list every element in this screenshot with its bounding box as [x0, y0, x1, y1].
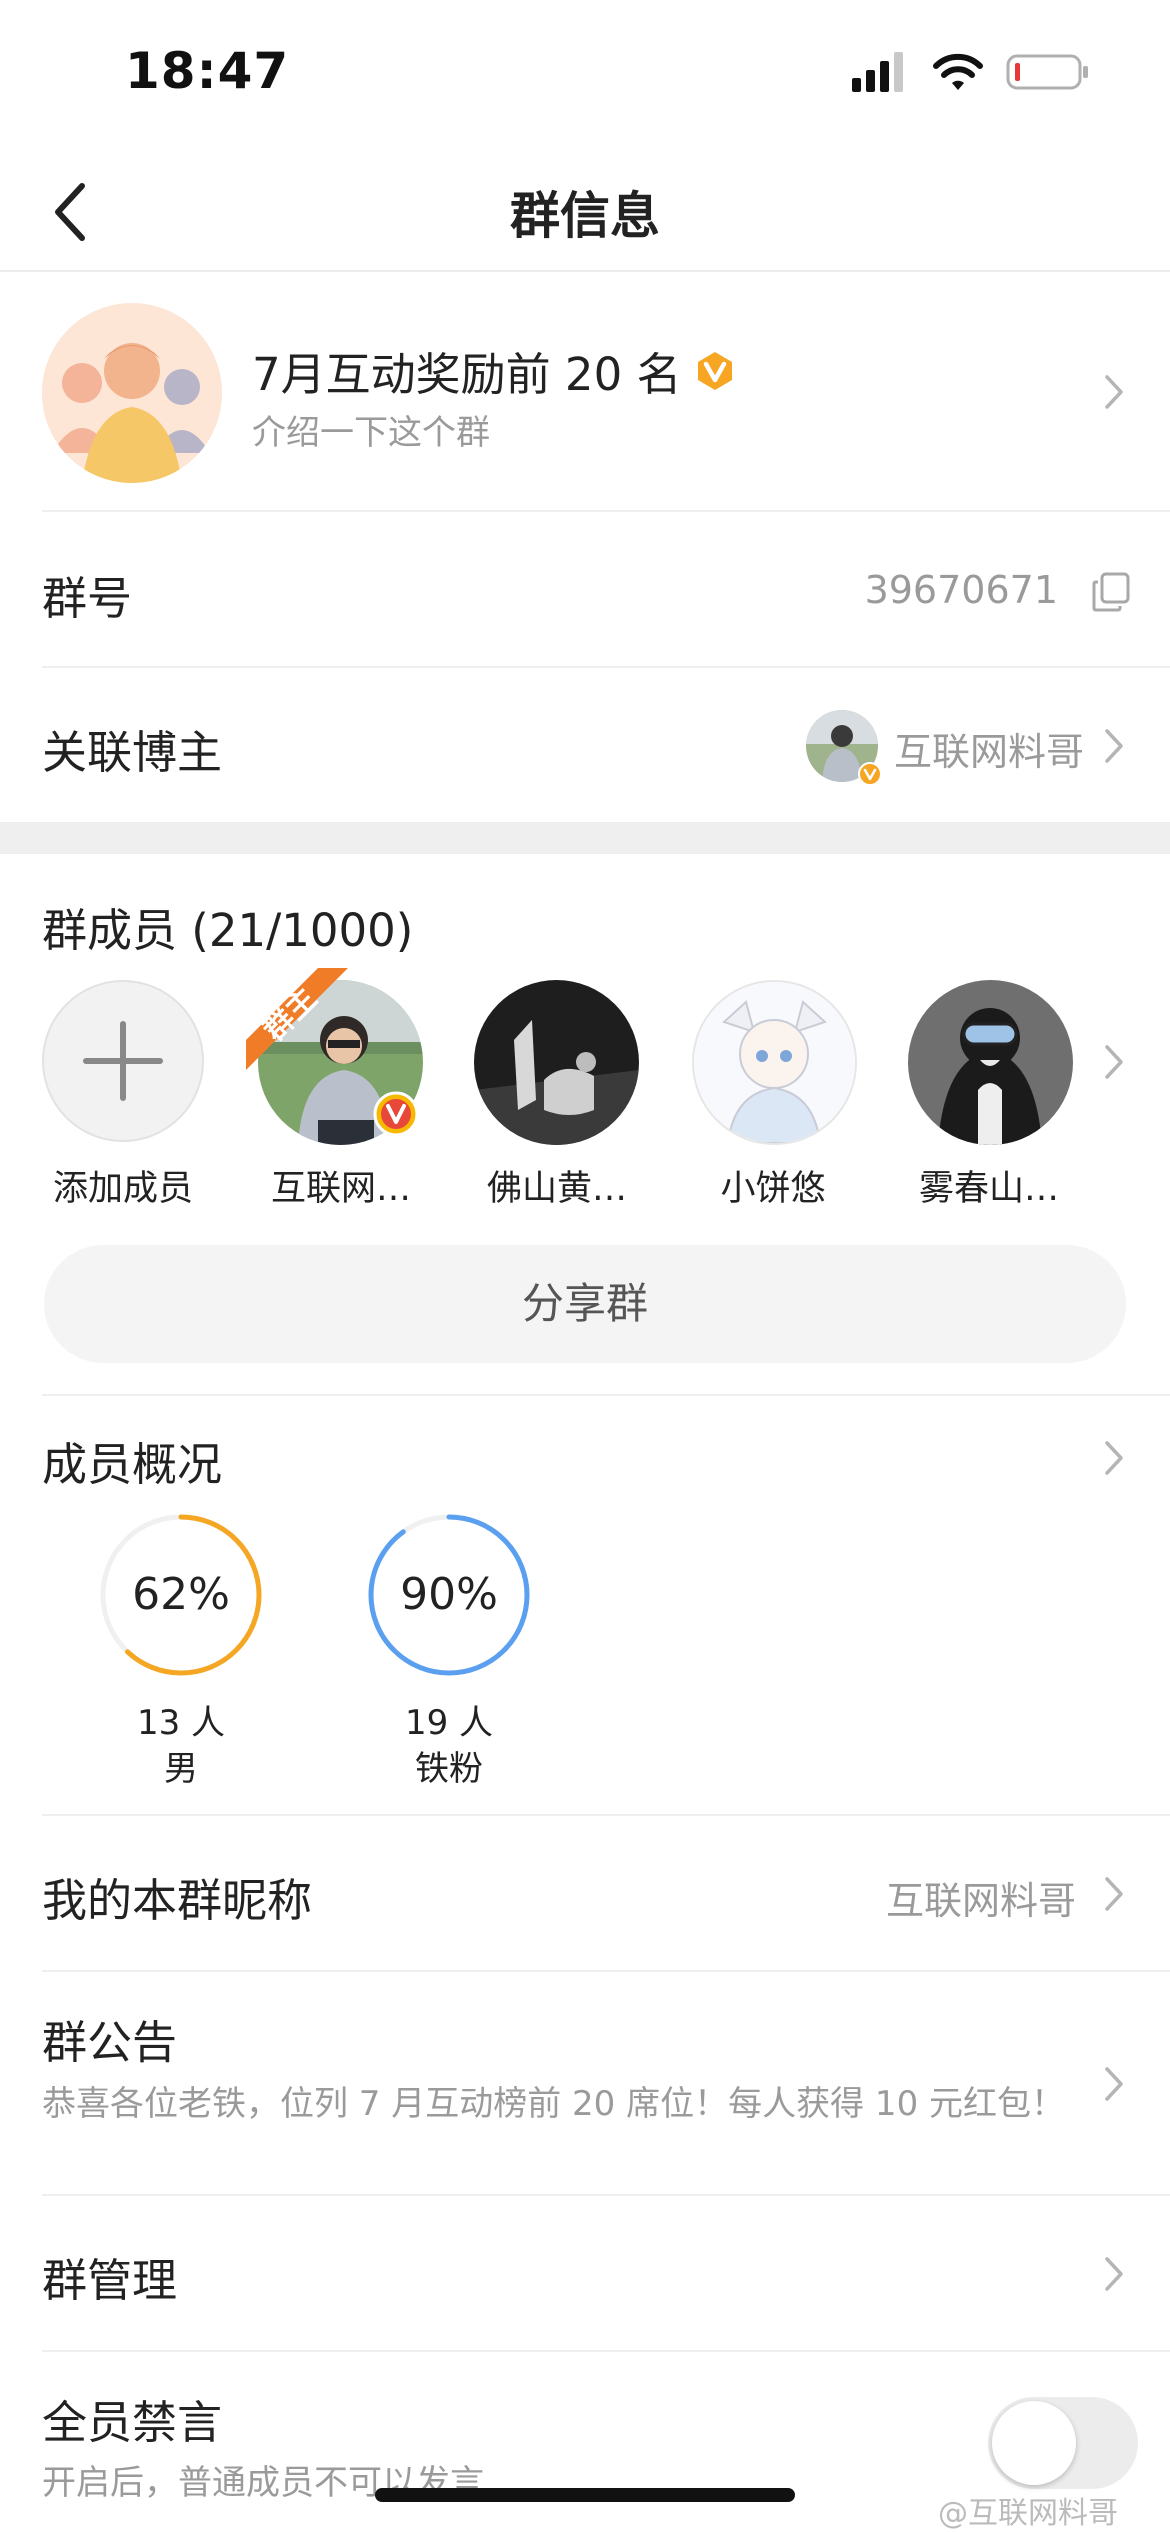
home-indicator — [375, 2488, 795, 2502]
members-more-chevron-icon[interactable] — [1094, 1042, 1134, 1082]
group-people-icon — [42, 303, 222, 483]
member-avatar[interactable] — [908, 980, 1073, 1145]
gender-label: 男 — [164, 1749, 198, 1789]
chevron-right-icon — [1094, 1874, 1134, 1914]
iron-fan-ratio-ring: 90% — [366, 1512, 532, 1678]
divider — [42, 2350, 1170, 2352]
cellular-signal-icon — [852, 52, 903, 92]
page-title: 群信息 — [510, 187, 660, 245]
group-name: 7月互动奖励前 20 名 — [252, 338, 736, 403]
chevron-right-icon — [1094, 372, 1134, 412]
gender-ratio-ring: 62% — [98, 1512, 264, 1678]
battery-low-icon — [1006, 54, 1088, 90]
watermark: @互联网料哥 — [938, 2496, 1118, 2531]
chevron-right-icon — [1094, 1438, 1134, 1478]
status-icons — [852, 52, 1090, 92]
group-management-label: 群管理 — [42, 2254, 178, 2307]
group-nickname-value: 互联网料哥 — [885, 1879, 1076, 1923]
group-id-label: 群号 — [42, 572, 133, 625]
chevron-right-icon — [1094, 726, 1134, 766]
member-name: 互联网… — [270, 1169, 411, 1209]
member-overview-title: 成员概况 — [42, 1438, 223, 1491]
gender-count: 13 人 — [136, 1703, 226, 1743]
mute-all-toggle[interactable] — [988, 2397, 1138, 2489]
member-verified-badge-icon — [373, 1091, 419, 1137]
member-name: 雾春山… — [918, 1169, 1059, 1209]
members-title: 群成员 (21/1000) — [42, 904, 414, 957]
wifi-icon — [933, 53, 983, 90]
section-gap — [0, 822, 1170, 854]
iron-fan-ratio-percent: 90% — [400, 1569, 498, 1620]
group-nickname-label: 我的本群昵称 — [42, 1874, 313, 1927]
add-member-label: 添加成员 — [52, 1169, 193, 1209]
status-time: 18:47 — [125, 42, 290, 100]
toggle-knob — [992, 2401, 1076, 2485]
add-member-button[interactable] — [42, 980, 204, 1142]
announcement-text: 恭喜各位老铁，位列 7 月互动榜前 20 席位！每人获得 10 元红包！ — [42, 2084, 1066, 2124]
blogger-verified-badge-icon — [858, 762, 882, 786]
chevron-right-icon — [1094, 2254, 1134, 2294]
iron-fan-count: 19 人 — [404, 1703, 494, 1743]
group-description: 介绍一下这个群 — [252, 413, 490, 453]
member-avatar[interactable] — [474, 980, 639, 1145]
group-name-text: 7月互动奖励前 20 名 — [252, 348, 682, 401]
plus-icon — [83, 1021, 163, 1101]
chevron-right-icon — [1094, 2064, 1134, 2104]
verified-badge-icon — [697, 351, 732, 390]
member-name: 小饼悠 — [720, 1169, 826, 1209]
linked-blogger-label: 关联博主 — [42, 726, 223, 779]
gender-ratio-percent: 62% — [132, 1569, 230, 1620]
linked-blogger-name: 互联网料哥 — [894, 730, 1085, 774]
group-avatar — [42, 303, 222, 483]
iron-fan-label: 铁粉 — [415, 1749, 483, 1789]
nav-bar: 群信息 — [0, 150, 1170, 272]
member-name: 佛山黄… — [486, 1169, 627, 1209]
announcement-label: 群公告 — [42, 2016, 178, 2069]
member-avatar[interactable] — [692, 980, 857, 1145]
copy-icon[interactable] — [1090, 570, 1134, 614]
status-bar: 18:47 — [0, 0, 1170, 150]
mute-all-label: 全员禁言 — [42, 2396, 223, 2449]
share-group-button[interactable]: 分享群 — [44, 1245, 1126, 1363]
group-id-value: 39670671 — [864, 568, 1058, 612]
